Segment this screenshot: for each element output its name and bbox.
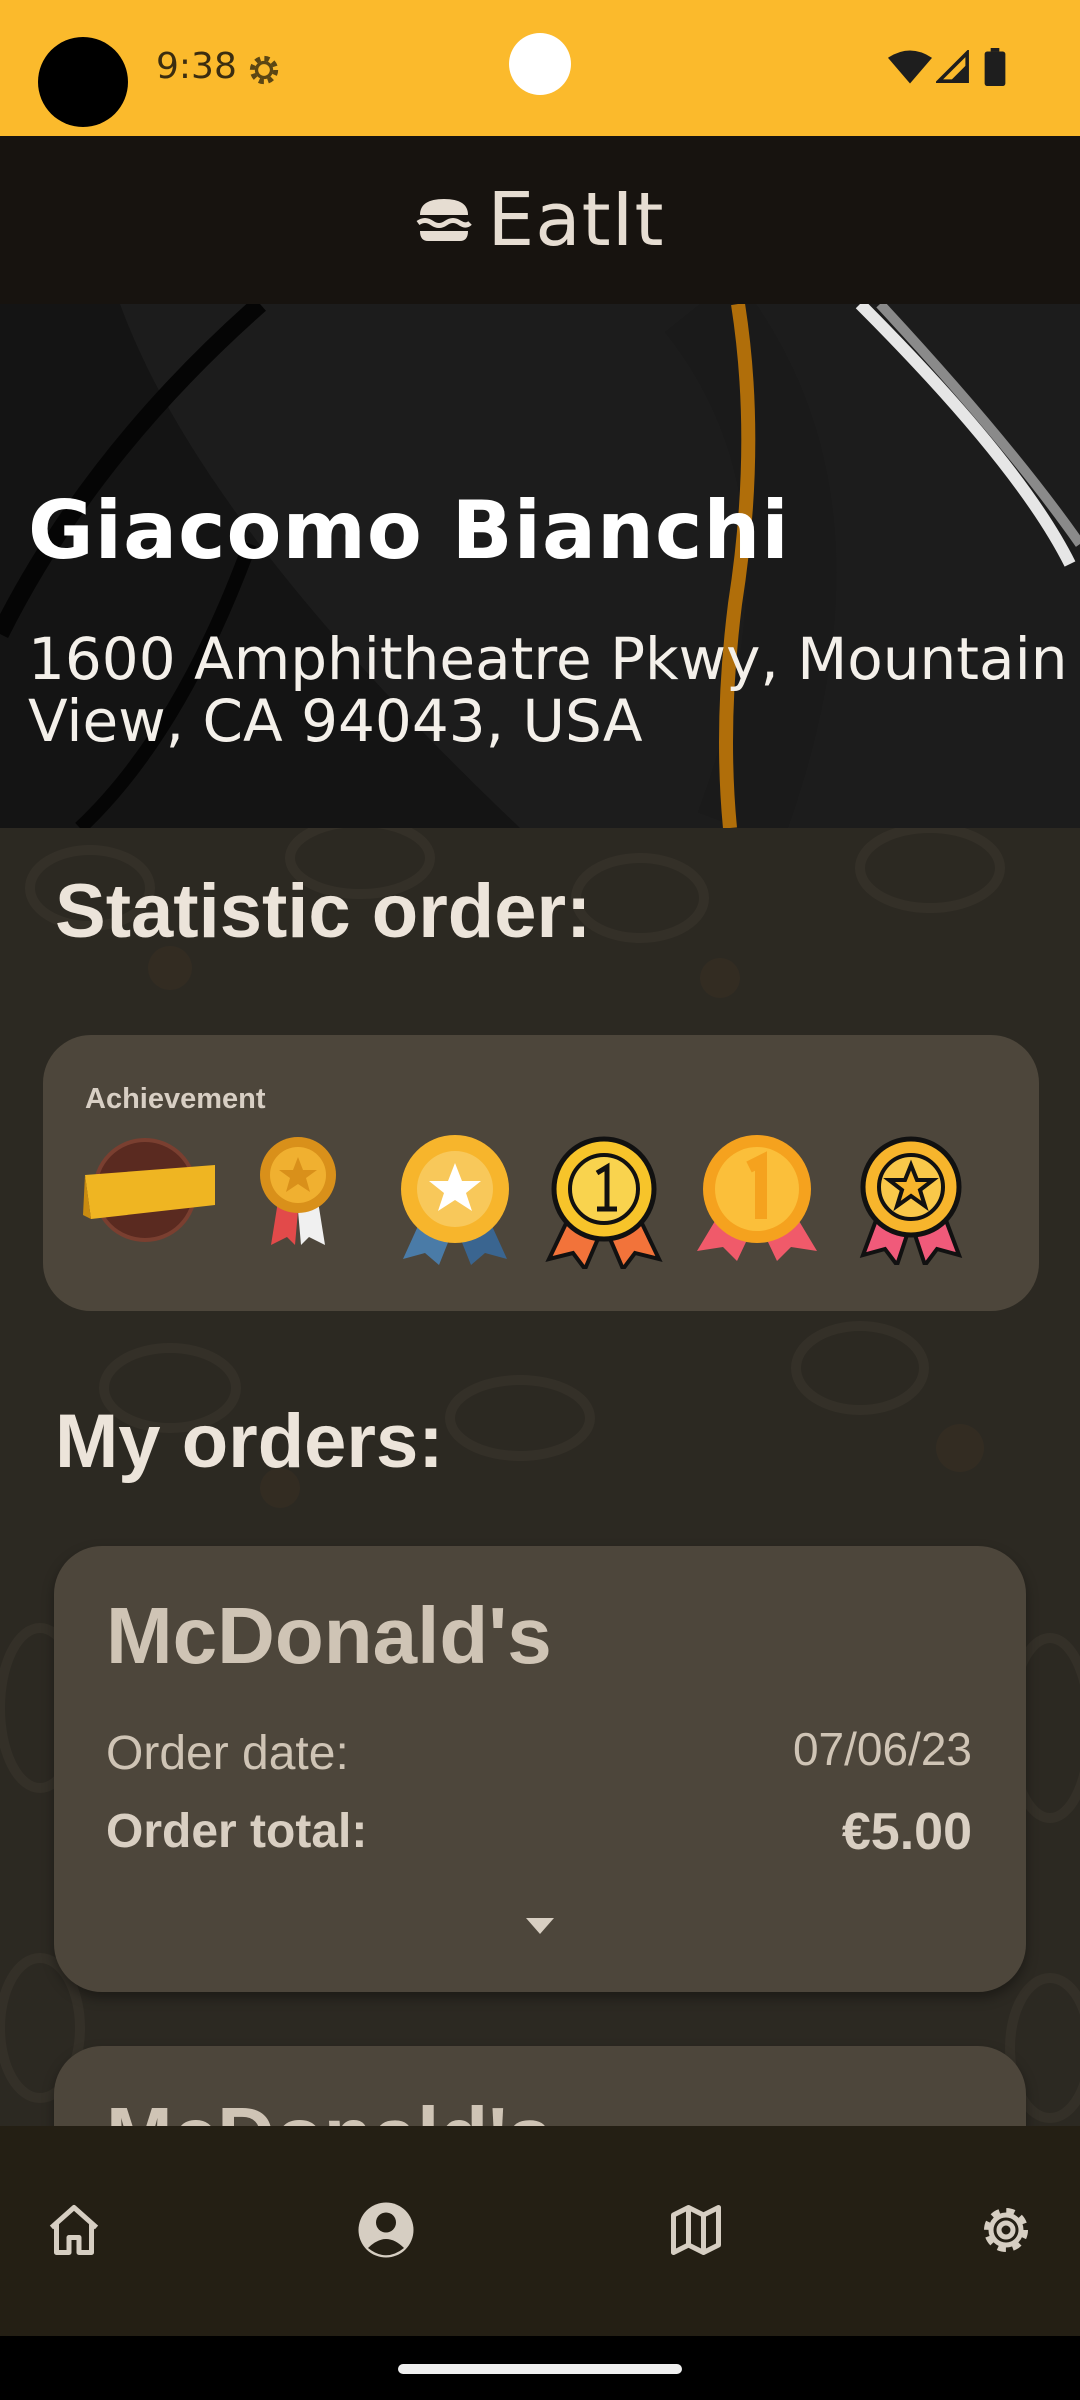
status-time: 9:38 xyxy=(156,46,237,87)
rosette-medal-icon xyxy=(260,1137,336,1245)
bottom-navigation xyxy=(0,2126,1080,2336)
gold-first-medal-icon xyxy=(697,1135,817,1261)
home-gesture-handle[interactable] xyxy=(398,2364,682,2374)
star-medal-icon xyxy=(401,1135,509,1265)
gesture-bar xyxy=(0,2336,1080,2400)
signal-icon xyxy=(936,50,969,83)
user-address: 1600 Amphitheatre Pkwy, Mountain View, C… xyxy=(28,625,1068,755)
notification-dot xyxy=(509,33,571,95)
achievement-label: Achievement xyxy=(85,1083,266,1115)
order-total-value: €5.00 xyxy=(841,1803,972,1861)
app-screen: 9:38 EatIt Giacomo Bianchi 1600 Amphithe… xyxy=(0,0,1080,2400)
profile-icon[interactable] xyxy=(356,2200,416,2260)
status-bar: 9:38 xyxy=(0,0,1080,136)
order-date-label: Order date: xyxy=(106,1727,349,1780)
burger-icon xyxy=(416,199,472,241)
restaurant-name: McDonald's xyxy=(106,2090,552,2126)
achievement-card: Achievement xyxy=(43,1035,1039,1311)
user-name: Giacomo Bianchi xyxy=(28,484,790,577)
star-ribbon-medal-icon xyxy=(859,1136,963,1265)
order-card[interactable]: McDonald's xyxy=(54,2046,1026,2126)
restaurant-name: McDonald's xyxy=(106,1591,552,1680)
statistics-title: Statistic order: xyxy=(55,869,592,954)
orders-title: My orders: xyxy=(55,1399,444,1484)
order-date-value: 07/06/23 xyxy=(792,1723,972,1775)
app-bar: EatIt xyxy=(0,136,1080,304)
gear-icon xyxy=(249,55,279,85)
banner-badge-icon xyxy=(83,1138,215,1242)
chevron-down-icon[interactable] xyxy=(526,1918,554,1934)
first-place-medal-icon xyxy=(545,1136,663,1269)
wifi-icon xyxy=(888,50,932,84)
content-area[interactable]: Statistic order: Achievement My orders: … xyxy=(0,828,1080,2126)
settings-icon[interactable] xyxy=(976,2200,1036,2260)
home-icon[interactable] xyxy=(44,2200,104,2260)
order-card[interactable]: McDonald's Order date: 07/06/23 Order to… xyxy=(54,1546,1026,1992)
profile-header: Giacomo Bianchi 1600 Amphitheatre Pkwy, … xyxy=(0,304,1080,828)
map-icon[interactable] xyxy=(666,2200,726,2260)
battery-icon xyxy=(984,48,1006,86)
camera-hole xyxy=(38,37,128,127)
order-total-label: Order total: xyxy=(106,1805,368,1858)
app-title: EatIt xyxy=(487,177,665,263)
